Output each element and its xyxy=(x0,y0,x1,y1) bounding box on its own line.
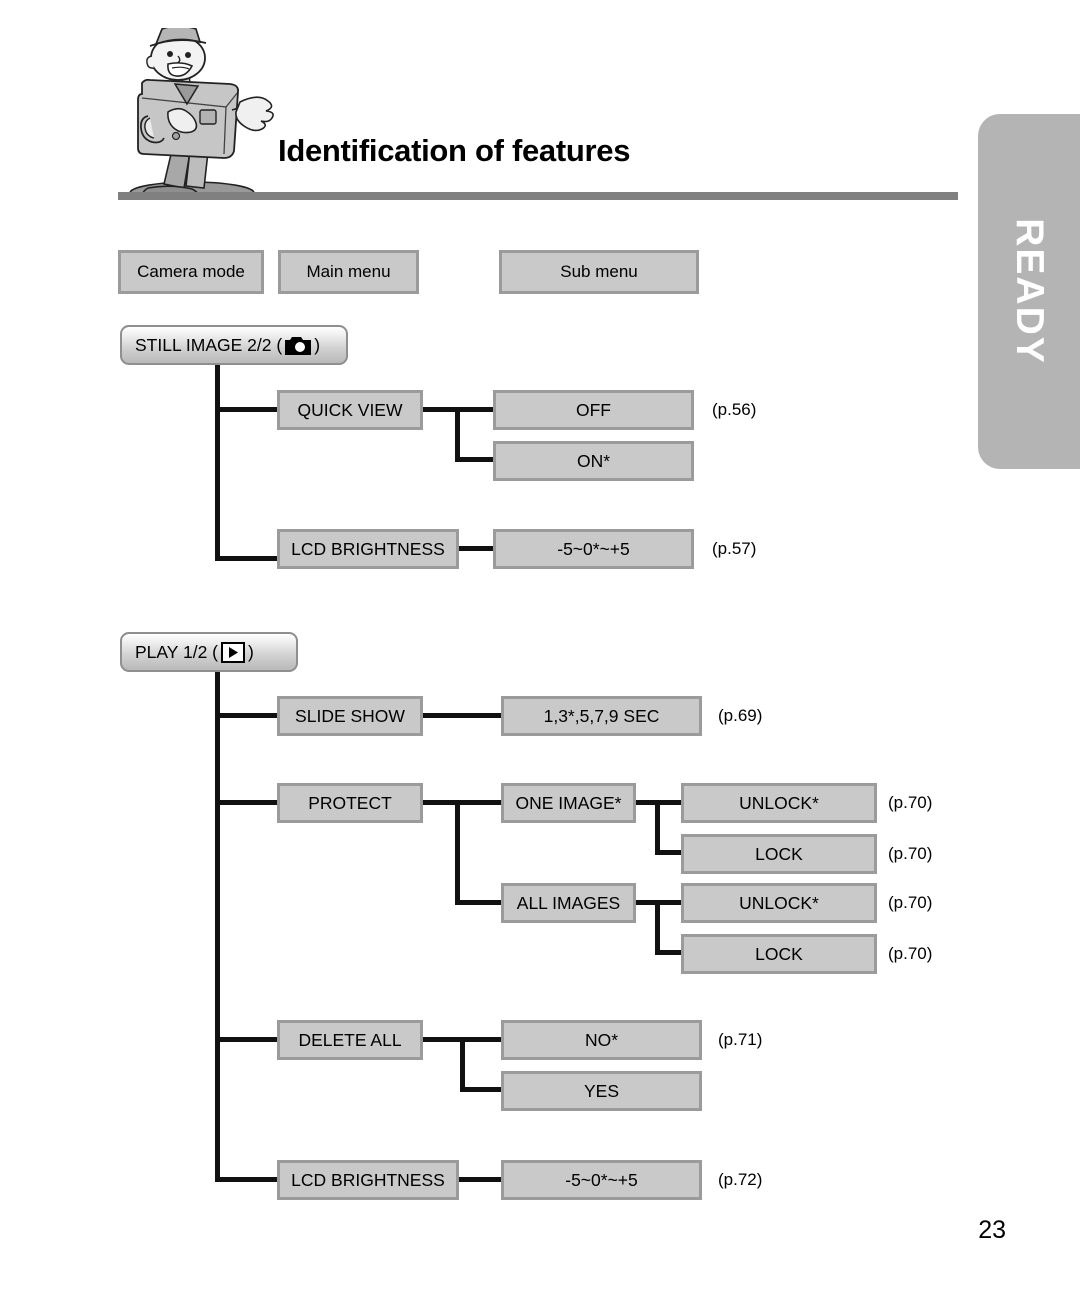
menu-box-lcd-brightness-1[interactable]: LCD BRIGHTNESS xyxy=(277,529,459,569)
connector-trunk-play xyxy=(215,672,220,1182)
sub-box-lcd-brightness-1-range[interactable]: -5~0*~+5 xyxy=(493,529,694,569)
legend-sub-menu: Sub menu xyxy=(499,250,699,294)
menu-box-delete-all[interactable]: DELETE ALL xyxy=(277,1020,423,1060)
page-ref-lcd-brightness-1: (p.57) xyxy=(712,539,757,558)
ready-side-tab: READY xyxy=(978,114,1080,469)
camera-mascot-icon xyxy=(112,25,282,205)
connector-quick-view-vertical xyxy=(455,407,460,462)
page-ref-lcd-brightness-2: (p.72) xyxy=(718,1170,763,1189)
connector-one-image-to-lock xyxy=(655,850,683,855)
page-number: 23 xyxy=(978,1216,1006,1244)
menu-box-protect[interactable]: PROTECT xyxy=(277,783,423,823)
mode-label-still-image-tail: ) xyxy=(314,334,321,355)
page-ref-one-image-unlock: (p.70) xyxy=(888,793,933,812)
connector-all-images-vertical xyxy=(655,900,660,955)
mode-box-play[interactable]: PLAY 1/2 ( ) xyxy=(120,632,298,672)
connector-to-lcd-brightness-1 xyxy=(215,556,277,561)
sub-box-delete-all-yes[interactable]: YES xyxy=(501,1071,702,1111)
camera-icon xyxy=(285,336,312,355)
connector-to-delete-all xyxy=(215,1037,277,1042)
title-divider xyxy=(118,192,958,200)
connector-trunk-still-image xyxy=(215,365,220,561)
page-ref-slide-show: (p.69) xyxy=(718,706,763,725)
sub-box-lcd-brightness-2-range[interactable]: -5~0*~+5 xyxy=(501,1160,702,1200)
connector-delete-all-to-yes xyxy=(460,1087,505,1092)
connector-protect-vertical xyxy=(455,800,460,905)
sub-box-quick-view-on[interactable]: ON* xyxy=(493,441,694,481)
sub-box-all-images-unlock[interactable]: UNLOCK* xyxy=(681,883,877,923)
mode-label-play: PLAY 1/2 ( xyxy=(135,641,219,662)
sub-box-one-image-unlock[interactable]: UNLOCK* xyxy=(681,783,877,823)
connector-to-protect xyxy=(215,800,277,805)
page-ref-all-images-lock: (p.70) xyxy=(888,944,933,963)
connector-quick-view-to-on xyxy=(455,457,495,462)
connector-lcd-brightness-2-out xyxy=(459,1177,503,1182)
legend-main-menu: Main menu xyxy=(278,250,419,294)
page-ref-delete-all: (p.71) xyxy=(718,1030,763,1049)
page-ref-quick-view-off: (p.56) xyxy=(712,400,757,419)
connector-delete-all-vertical xyxy=(460,1037,465,1092)
connector-lcd-brightness-1-out xyxy=(459,546,495,551)
connector-to-quick-view xyxy=(215,407,277,412)
ready-tab-label: READY xyxy=(1008,218,1051,365)
sub-box-all-images[interactable]: ALL IMAGES xyxy=(501,883,636,923)
mode-box-still-image[interactable]: STILL IMAGE 2/2 ( ) xyxy=(120,325,348,365)
sub-box-one-image-lock[interactable]: LOCK xyxy=(681,834,877,874)
menu-box-quick-view[interactable]: QUICK VIEW xyxy=(277,390,423,430)
page-title: Identification of features xyxy=(278,133,631,168)
page-ref-one-image-lock: (p.70) xyxy=(888,844,933,863)
legend-camera-mode: Camera mode xyxy=(118,250,264,294)
connector-all-images-to-lock xyxy=(655,950,683,955)
sub-box-quick-view-off[interactable]: OFF xyxy=(493,390,694,430)
manual-page: READY Identification of features Camera … xyxy=(0,0,1080,1295)
play-icon xyxy=(221,641,246,663)
connector-protect-to-all-images xyxy=(455,900,503,905)
sub-box-delete-all-no[interactable]: NO* xyxy=(501,1020,702,1060)
connector-to-lcd-brightness-2 xyxy=(215,1177,277,1182)
connector-to-slide-show xyxy=(215,713,277,718)
connector-slide-show-out xyxy=(423,713,503,718)
connector-one-image-vertical xyxy=(655,800,660,855)
sub-box-one-image[interactable]: ONE IMAGE* xyxy=(501,783,636,823)
mode-label-play-tail: ) xyxy=(248,641,254,662)
mode-label-still-image: STILL IMAGE 2/2 ( xyxy=(135,334,283,355)
menu-box-lcd-brightness-2[interactable]: LCD BRIGHTNESS xyxy=(277,1160,459,1200)
menu-box-slide-show[interactable]: SLIDE SHOW xyxy=(277,696,423,736)
sub-box-slide-show-interval[interactable]: 1,3*,5,7,9 SEC xyxy=(501,696,702,736)
sub-box-all-images-lock[interactable]: LOCK xyxy=(681,934,877,974)
connector-protect-out xyxy=(423,800,503,805)
page-ref-all-images-unlock: (p.70) xyxy=(888,893,933,912)
